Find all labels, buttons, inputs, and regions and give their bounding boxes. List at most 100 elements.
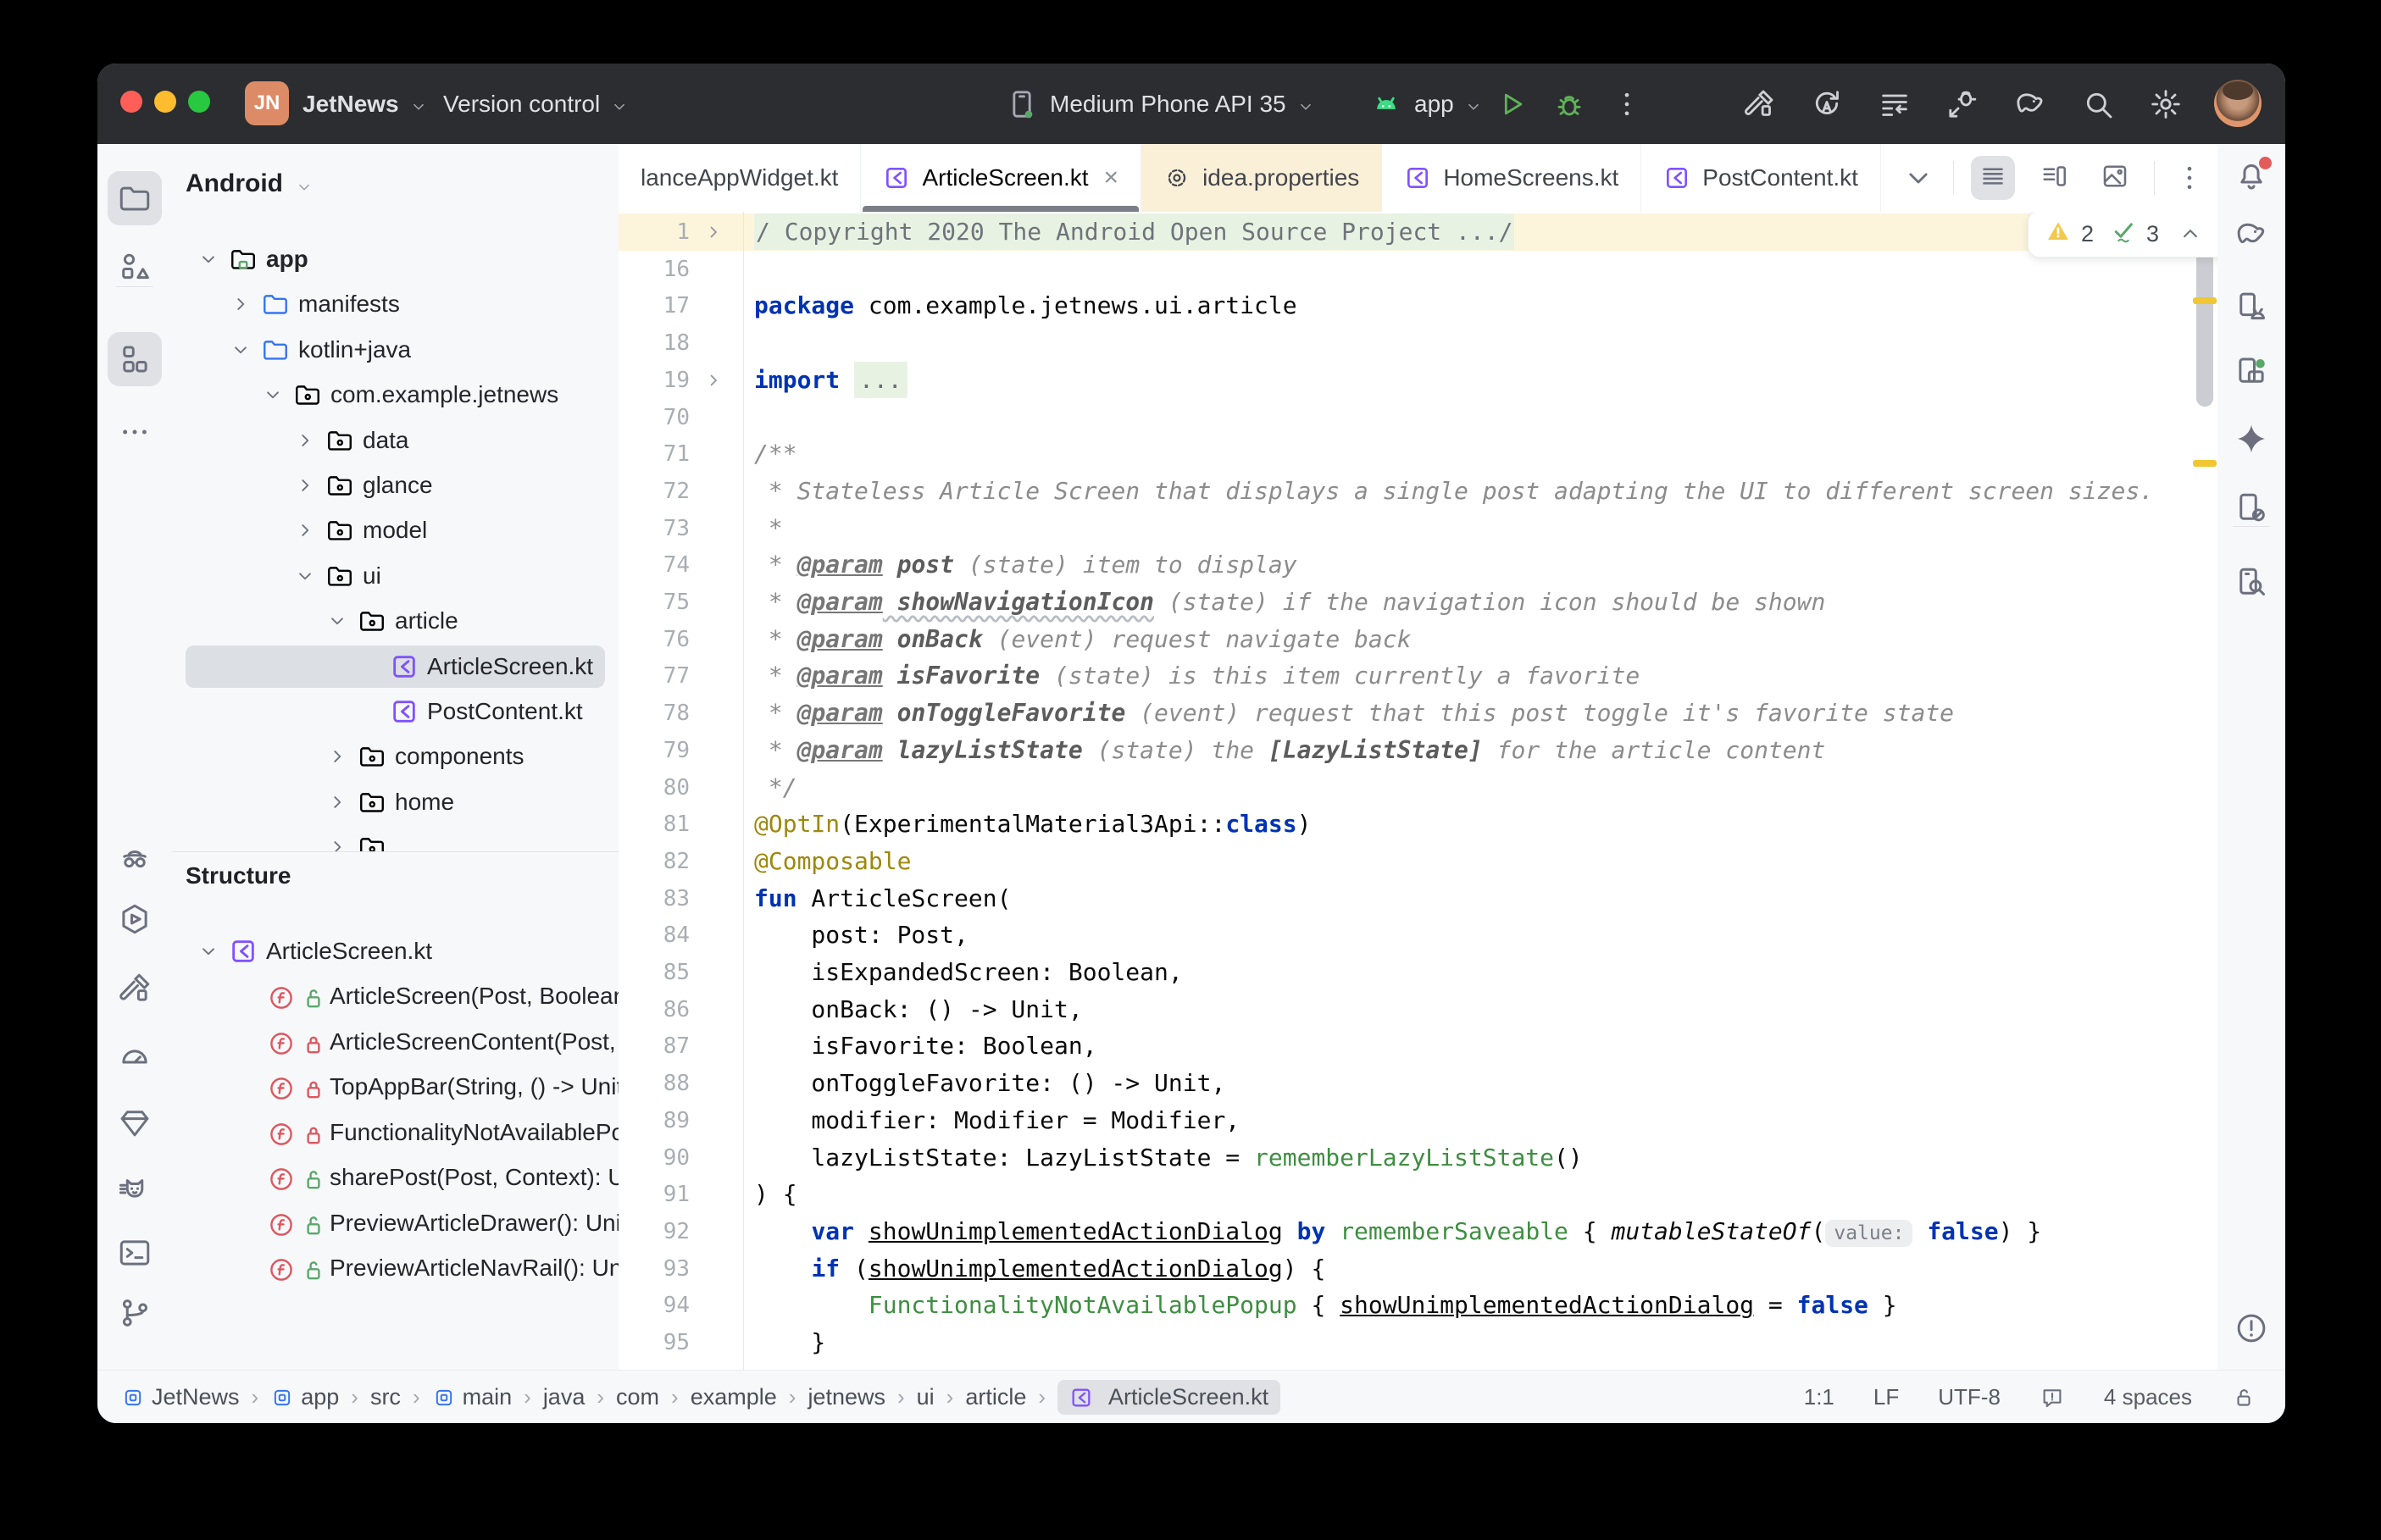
device-selector[interactable]: Medium Phone API 35	[1004, 64, 1315, 144]
code-line-89[interactable]: 89 modifier: Modifier = Modifier,	[619, 1102, 2217, 1139]
profiler-tool-button[interactable]	[108, 1029, 162, 1083]
chevron-right-icon[interactable]	[326, 836, 348, 851]
inspections-widget[interactable]: 2 3	[2028, 212, 2217, 258]
code-line-94[interactable]: 94 FunctionalityNotAvailablePopup { show…	[619, 1287, 2217, 1324]
code-line-72[interactable]: 72 * Stateless Article Screen that displ…	[619, 473, 2217, 510]
inspection-bubble-icon[interactable]	[2040, 1385, 2065, 1410]
file-lock-icon[interactable]	[2231, 1385, 2256, 1410]
breadcrumb-item-example[interactable]: example	[691, 1384, 777, 1410]
structure-item[interactable]: PreviewArticleNavRail(): Unit	[172, 1246, 619, 1290]
breadcrumb-item-app[interactable]: app	[270, 1384, 339, 1410]
structure-item[interactable]: ArticleScreen(Post, Boolean,	[172, 974, 619, 1018]
structure-item[interactable]: TopAppBar(String, () -> Unit,	[172, 1065, 619, 1109]
notifications-tool-button[interactable]	[2224, 150, 2278, 204]
editor-more-button[interactable]	[2172, 160, 2207, 196]
logcat-tool-button[interactable]	[108, 1163, 162, 1217]
editor-tab-ArticleScreen.kt[interactable]: ArticleScreen.kt ×	[861, 144, 1142, 212]
settings-button[interactable]	[2148, 86, 2184, 122]
code-line-86[interactable]: 86 onBack: () -> Unit,	[619, 991, 2217, 1028]
device-explorer-tool-button[interactable]	[2224, 556, 2278, 610]
code-line-19[interactable]: 19 import ...	[619, 361, 2217, 399]
code-line-78[interactable]: 78 * @param onToggleFavorite (event) req…	[619, 695, 2217, 732]
indent-setting[interactable]: 4 spaces	[2104, 1384, 2192, 1410]
more-horizontal-tool-button[interactable]	[108, 405, 162, 459]
structure-item[interactable]: ArticleScreenContent(Post, ()	[172, 1020, 619, 1064]
more-actions-button[interactable]	[1609, 86, 1645, 122]
run-configuration-selector[interactable]: app	[1368, 64, 1483, 144]
tree-item-manifests[interactable]: manifests	[172, 282, 619, 326]
tree-item-article[interactable]: article	[172, 599, 619, 643]
chevron-right-icon[interactable]	[326, 791, 348, 813]
editor-tab-PostContent.kt[interactable]: PostContent.kt	[1641, 144, 1881, 212]
code-line-80[interactable]: 80 */	[619, 769, 2217, 806]
tree-item-home[interactable]: home	[172, 780, 619, 824]
device-manager-tool-button[interactable]	[2224, 280, 2278, 334]
tree-item-ui[interactable]: ui	[172, 554, 619, 598]
breadcrumb-item-ArticleScreen.kt[interactable]: ArticleScreen.kt	[1057, 1380, 1281, 1415]
gradle-sync-button[interactable]	[2012, 86, 2048, 122]
design-view-button[interactable]	[2093, 156, 2137, 200]
debug-button[interactable]	[1551, 86, 1587, 122]
close-window-button[interactable]	[120, 91, 142, 113]
code-line-16[interactable]: 16	[619, 251, 2217, 288]
tree-item-model[interactable]: model	[172, 508, 619, 552]
structure-item[interactable]: FunctionalityNotAvailablePop	[172, 1111, 619, 1155]
tree-item-app[interactable]: app	[172, 237, 619, 281]
code-line-84[interactable]: 84 post: Post,	[619, 917, 2217, 954]
code-line-17[interactable]: 17 package com.example.jetnews.ui.article	[619, 287, 2217, 324]
line-ending[interactable]: LF	[1873, 1384, 1899, 1410]
code-line-93[interactable]: 93 if (showUnimplementedActionDialog) {	[619, 1250, 2217, 1288]
version-control-tool-button[interactable]	[108, 1286, 162, 1340]
code-line-71[interactable]: 71 /**	[619, 435, 2217, 473]
tab-list-dropdown[interactable]	[1901, 160, 1936, 196]
chevron-right-icon[interactable]	[326, 745, 348, 767]
warning-stripe-mark[interactable]	[2193, 297, 2217, 304]
breadcrumb-item-JetNews[interactable]: JetNews	[121, 1384, 240, 1410]
chevron-right-icon[interactable]	[294, 519, 316, 541]
gemini-tool-button[interactable]	[2224, 412, 2278, 466]
breadcrumb-item-java[interactable]: java	[543, 1384, 586, 1410]
code-line-73[interactable]: 73 *	[619, 510, 2217, 547]
code-line-70[interactable]: 70	[619, 399, 2217, 436]
code-line-85[interactable]: 85 isExpandedScreen: Boolean,	[619, 954, 2217, 991]
chevron-down-icon[interactable]	[197, 940, 219, 962]
breadcrumb-item-jetnews[interactable]: jetnews	[808, 1384, 885, 1410]
code-line-74[interactable]: 74 * @param post (state) item to display	[619, 546, 2217, 584]
code-line-1[interactable]: 1 / Copyright 2020 The Android Open Sourc…	[619, 213, 2217, 251]
project-view-selector[interactable]: Android	[186, 169, 314, 198]
zoom-window-button[interactable]	[188, 91, 210, 113]
code-line-81[interactable]: 81 @OptIn(ExperimentalMaterial3Api::class…	[619, 806, 2217, 843]
chevron-right-icon[interactable]	[294, 429, 316, 451]
breadcrumb-item-main[interactable]: main	[432, 1384, 512, 1410]
chevron-down-icon[interactable]	[197, 248, 219, 270]
split-view-button[interactable]	[2032, 156, 2076, 200]
code-line-79[interactable]: 79 * @param lazyListState (state) the [L…	[619, 732, 2217, 769]
chevron-right-icon[interactable]	[294, 474, 316, 496]
breadcrumb-item-src[interactable]: src	[370, 1384, 401, 1410]
breadcrumb-item-article[interactable]: article	[965, 1384, 1026, 1410]
app-quality-insights-tool-button[interactable]	[108, 830, 162, 884]
close-tab-icon[interactable]: ×	[1104, 163, 1119, 192]
tree-item-clipped[interactable]	[172, 825, 619, 851]
code-line-90[interactable]: 90 lazyListState: LazyListState = rememb…	[619, 1139, 2217, 1177]
apply-code-changes-button[interactable]	[1877, 86, 1912, 122]
structure-item[interactable]: sharePost(Post, Context): Un	[172, 1155, 619, 1199]
code-line-83[interactable]: 83 fun ArticleScreen(	[619, 880, 2217, 917]
run-button[interactable]	[1494, 86, 1529, 122]
code-line-92[interactable]: 92 var showUnimplementedActionDialog by …	[619, 1213, 2217, 1250]
services-tool-button[interactable]	[108, 892, 162, 946]
code-line-75[interactable]: 75 * @param showNavigationIcon (state) i…	[619, 584, 2217, 621]
code-line-91[interactable]: 91) {	[619, 1176, 2217, 1213]
chevron-down-icon[interactable]	[294, 565, 316, 587]
problems-tool-button[interactable]	[2224, 1301, 2278, 1355]
project-tool-button[interactable]	[108, 171, 162, 225]
breadcrumb-item-com[interactable]: com	[616, 1384, 659, 1410]
tree-item-glance[interactable]: glance	[172, 463, 619, 507]
chevron-down-icon[interactable]	[326, 610, 348, 632]
caret-position[interactable]: 1:1	[1804, 1384, 1834, 1410]
breadcrumb-item-ui[interactable]: ui	[917, 1384, 935, 1410]
terminal-tool-button[interactable]	[108, 1226, 162, 1280]
chevron-right-icon[interactable]	[230, 293, 252, 315]
running-devices-tool-button[interactable]	[2224, 344, 2278, 398]
editor-tab-idea.properties[interactable]: idea.properties	[1141, 144, 1383, 212]
